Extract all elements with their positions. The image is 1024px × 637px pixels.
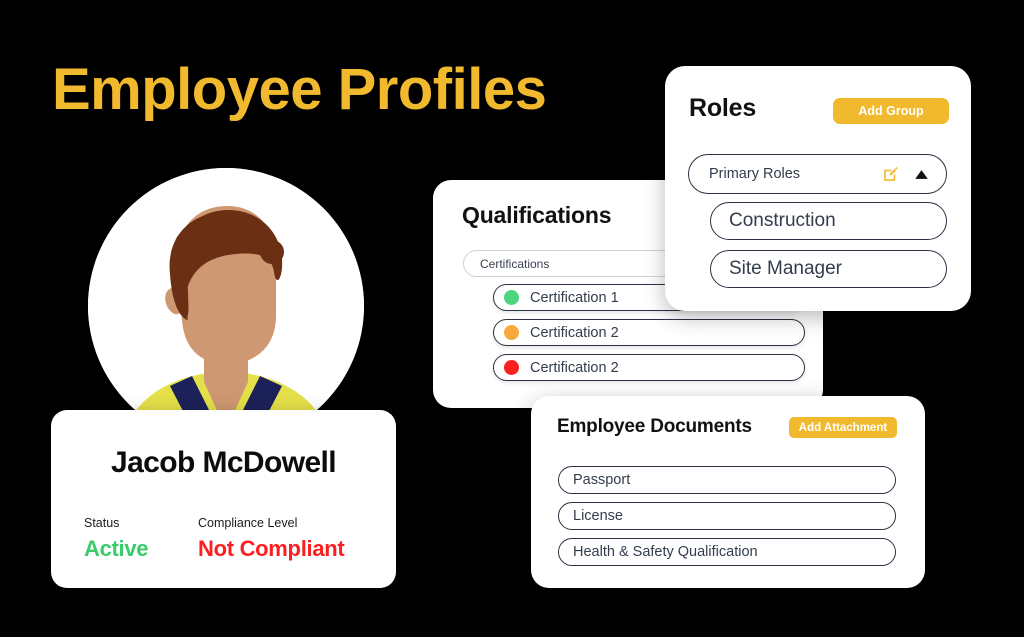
- avatar-illustration: [88, 168, 364, 444]
- status-block: Status Active: [84, 516, 149, 562]
- employee-name: Jacob McDowell: [111, 446, 337, 479]
- certifications-group-label: Certifications: [480, 256, 550, 271]
- document-label: Passport: [573, 472, 631, 488]
- role-pill[interactable]: Site Manager: [710, 250, 947, 288]
- hair-curl-5: [260, 240, 284, 264]
- certification-row[interactable]: Certification 2: [493, 354, 805, 381]
- status-dot-icon: [504, 360, 519, 375]
- add-attachment-button[interactable]: Add Attachment: [789, 417, 897, 438]
- certification-label: Certification 1: [530, 289, 619, 306]
- role-pill[interactable]: Construction: [710, 202, 947, 240]
- employee-avatar: [88, 168, 364, 444]
- status-value: Active: [84, 536, 149, 561]
- compliance-label: Compliance Level: [198, 516, 298, 530]
- primary-roles-label: Primary Roles: [709, 166, 801, 182]
- employee-documents-card: Employee Documents Add Attachment Passpo…: [531, 396, 925, 588]
- document-label: Health & Safety Qualification: [573, 544, 758, 560]
- certification-label: Certification 2: [530, 359, 619, 376]
- employee-documents-title: Employee Documents: [557, 416, 752, 437]
- certification-label: Certification 2: [530, 324, 619, 341]
- status-label: Status: [84, 516, 120, 530]
- triangle-up-icon[interactable]: [913, 167, 930, 182]
- certification-row[interactable]: Certification 2: [493, 319, 805, 346]
- primary-roles-group-row[interactable]: Primary Roles: [688, 154, 947, 194]
- roles-card: Roles Add Group Primary Roles Constructi…: [665, 66, 971, 311]
- status-dot-icon: [504, 290, 519, 305]
- profile-card: Jacob McDowell Status Active Compliance …: [51, 410, 396, 588]
- documents-list: Passport License Health & Safety Qualifi…: [558, 466, 896, 574]
- compliance-block: Compliance Level Not Compliant: [198, 516, 345, 562]
- status-dot-icon: [504, 325, 519, 340]
- role-label: Site Manager: [729, 258, 843, 279]
- compliance-value: Not Compliant: [198, 536, 345, 561]
- screen: Employee Profiles Jacob McDowell Status …: [0, 0, 1024, 637]
- add-group-button[interactable]: Add Group: [833, 98, 949, 124]
- edit-square-icon[interactable]: [881, 165, 900, 184]
- document-row[interactable]: Passport: [558, 466, 896, 494]
- qualifications-title: Qualifications: [462, 202, 612, 228]
- document-row[interactable]: Health & Safety Qualification: [558, 538, 896, 566]
- document-row[interactable]: License: [558, 502, 896, 530]
- role-label: Construction: [729, 210, 836, 231]
- document-label: License: [573, 508, 623, 524]
- page-title: Employee Profiles: [52, 57, 547, 122]
- roles-title: Roles: [689, 94, 757, 122]
